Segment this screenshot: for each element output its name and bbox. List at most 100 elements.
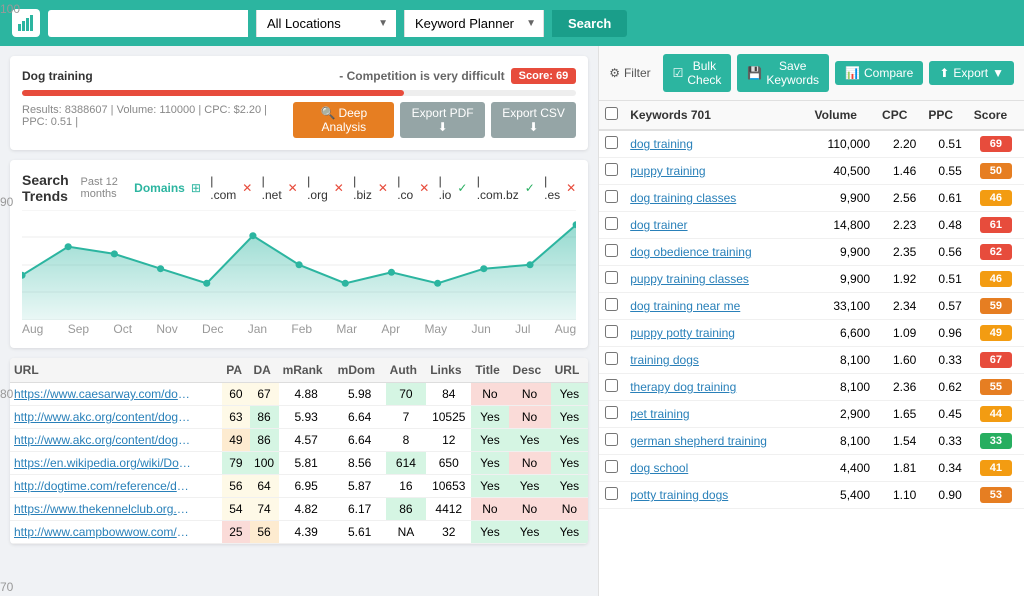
score-cell: 67 [968, 347, 1024, 374]
export-csv-button[interactable]: Export CSV ⬇ [491, 102, 576, 138]
volume-cell: 9,900 [809, 266, 877, 293]
domain-combz-check[interactable]: ✓ [525, 181, 535, 195]
domain-org-x[interactable]: ✕ [334, 181, 344, 195]
keyword-cell: puppy training classes [624, 266, 808, 293]
url-link[interactable]: https://en.wikipedia.org/wiki/Dog_tra... [14, 456, 194, 470]
row-checkbox-cell [599, 158, 624, 185]
row-checkbox[interactable] [605, 190, 618, 203]
search-button[interactable]: Search [552, 10, 627, 37]
keyword-link[interactable]: dog school [630, 461, 688, 475]
row-checkbox[interactable] [605, 136, 618, 149]
filter-button[interactable]: ⚙ Filter [609, 66, 650, 80]
cpc-cell: 2.56 [876, 185, 922, 212]
row-checkbox-cell [599, 455, 624, 482]
locations-select[interactable]: All Locations [256, 10, 396, 37]
list-item: pet training 2,900 1.65 0.45 44 [599, 401, 1024, 428]
keyword-link[interactable]: pet training [630, 407, 689, 421]
ppc-cell: 0.56 [922, 239, 967, 266]
search-input[interactable]: dog training [48, 10, 248, 37]
domain-biz-x[interactable]: ✕ [378, 181, 388, 195]
filter-label: Filter [624, 66, 651, 80]
cpc-cell: 1.81 [876, 455, 922, 482]
keyword-link[interactable]: puppy training classes [630, 272, 749, 286]
score-pill: 69 [980, 136, 1012, 152]
row-checkbox[interactable] [605, 217, 618, 230]
export-icon: ⬆ [939, 66, 949, 80]
volume-cell: 5,400 [809, 482, 877, 509]
score-cell: 53 [968, 482, 1024, 509]
url-link[interactable]: http://www.akc.org/content/dog-traini... [14, 433, 194, 447]
url-link[interactable]: https://www.thekennelclub.org.uk/trai... [14, 502, 194, 516]
row-checkbox[interactable] [605, 352, 618, 365]
planner-select[interactable]: Keyword Planner [404, 10, 544, 37]
cell-pa: 60 [222, 383, 249, 406]
row-checkbox[interactable] [605, 487, 618, 500]
row-checkbox[interactable] [605, 406, 618, 419]
url-link[interactable]: http://www.akc.org/content/dog-traini... [14, 410, 194, 424]
domain-co-x[interactable]: ✕ [419, 181, 429, 195]
cell-links: 12 [426, 429, 471, 452]
export-pdf-button[interactable]: Export PDF ⬇ [400, 102, 485, 138]
domain-co: | .co [394, 174, 413, 202]
url-link[interactable]: https://www.caesarway.com/dog-trainin... [14, 387, 194, 401]
row-checkbox[interactable] [605, 433, 618, 446]
row-checkbox[interactable] [605, 298, 618, 311]
th-auth: Auth [386, 358, 427, 383]
th-cpc: CPC [876, 101, 922, 130]
cell-auth: 7 [386, 406, 427, 429]
volume-cell: 110,000 [809, 130, 877, 158]
trends-header: Search Trends Past 12 months Domains ⊞ |… [22, 172, 576, 204]
domain-io-check[interactable]: ✓ [457, 181, 467, 195]
cell-pa: 54 [222, 498, 249, 521]
domain-es-x[interactable]: ✕ [566, 181, 576, 195]
keyword-link[interactable]: dog training [630, 137, 693, 151]
score-pill: 55 [980, 379, 1012, 395]
keyword-link[interactable]: puppy training [630, 164, 705, 178]
row-checkbox-cell [599, 428, 624, 455]
competition-text: - Competition is very difficult [339, 69, 504, 83]
score-cell: 46 [968, 266, 1024, 293]
chart-x-labels: AugSepOctNovDecJanFebMarAprMayJunJulAug [22, 322, 576, 336]
keyword-link[interactable]: puppy potty training [630, 326, 735, 340]
competition-badge: - Competition is very difficult Score: 6… [339, 68, 576, 84]
keyword-link[interactable]: dog training classes [630, 191, 736, 205]
cell-da: 67 [250, 383, 279, 406]
cell-da: 56 [250, 521, 279, 544]
compare-button[interactable]: 📊 Compare [835, 61, 923, 85]
keyword-link[interactable]: dog trainer [630, 218, 687, 232]
domain-org: | .org [304, 174, 328, 202]
row-checkbox[interactable] [605, 244, 618, 257]
row-checkbox[interactable] [605, 325, 618, 338]
domain-com-x[interactable]: ✕ [242, 181, 252, 195]
cell-links: 84 [426, 383, 471, 406]
keyword-link[interactable]: therapy dog training [630, 380, 736, 394]
url-link[interactable]: http://dogtime.com/reference/dog-trai... [14, 479, 194, 493]
select-all-checkbox[interactable] [605, 107, 618, 120]
url-link[interactable]: http://www.campbowwow.com/edmond/serv... [14, 525, 194, 539]
keyword-link[interactable]: german shepherd training [630, 434, 767, 448]
deep-analysis-button[interactable]: 🔍 Deep Analysis [293, 102, 394, 138]
cell-auth: 8 [386, 429, 427, 452]
save-keywords-button[interactable]: 💾 Save Keywords [737, 54, 829, 92]
keyword-link[interactable]: dog training near me [630, 299, 740, 313]
score-pill: 61 [980, 217, 1012, 233]
row-checkbox[interactable] [605, 163, 618, 176]
row-checkbox[interactable] [605, 460, 618, 473]
cell-mdom: 8.56 [334, 452, 386, 475]
right-toolbar: ⚙ Filter ☑ Bulk Check 💾 Save Keywords 📊 … [599, 46, 1024, 101]
th-checkbox [599, 101, 624, 130]
domain-net-x[interactable]: ✕ [288, 181, 298, 195]
cell-links: 32 [426, 521, 471, 544]
keyword-link[interactable]: potty training dogs [630, 488, 728, 502]
row-checkbox[interactable] [605, 271, 618, 284]
cell-auth: 614 [386, 452, 427, 475]
table-row: http://www.campbowwow.com/edmond/serv...… [10, 521, 588, 544]
row-checkbox[interactable] [605, 379, 618, 392]
list-item: dog school 4,400 1.81 0.34 41 [599, 455, 1024, 482]
plus-icon[interactable]: ⊞ [191, 181, 201, 195]
bulk-check-button[interactable]: ☑ Bulk Check [663, 54, 732, 92]
export-button[interactable]: ⬆ Export ▼ [929, 61, 1014, 85]
keyword-link[interactable]: training dogs [630, 353, 699, 367]
keyword-cell: dog training near me [624, 293, 808, 320]
keyword-link[interactable]: dog obedience training [630, 245, 751, 259]
